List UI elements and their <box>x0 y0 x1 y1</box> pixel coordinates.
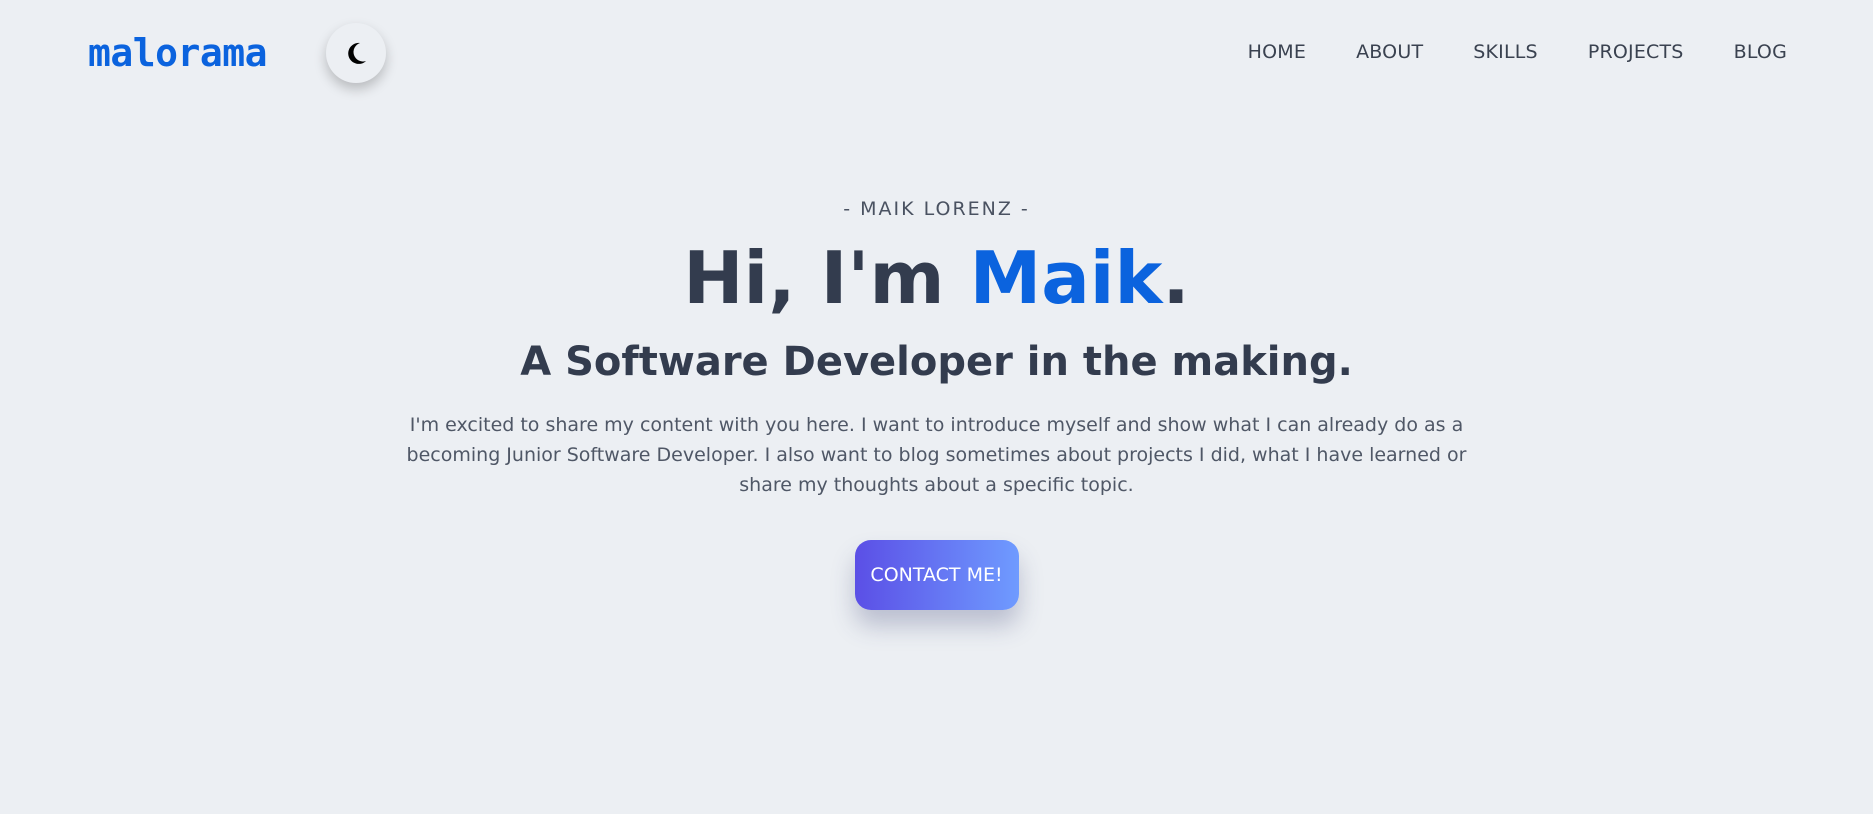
nav-skills[interactable]: SKILLS <box>1473 38 1538 66</box>
headline-name: Maik <box>969 236 1163 320</box>
theme-toggle-button[interactable] <box>326 23 386 83</box>
nav-blog[interactable]: BLOG <box>1734 38 1787 66</box>
nav-projects[interactable]: PROJECTS <box>1588 38 1684 66</box>
nav-about[interactable]: ABOUT <box>1356 38 1423 66</box>
hero-subheadline: A Software Developer in the making. <box>520 339 1353 385</box>
nav-home[interactable]: HOME <box>1248 38 1306 66</box>
headline-prefix: Hi, I'm <box>683 236 970 320</box>
site-header: malorama HOME ABOUT SKILLS PROJECTS BLOG <box>0 0 1873 110</box>
hero-intro: I'm excited to share my content with you… <box>406 414 1467 496</box>
main-nav: HOME ABOUT SKILLS PROJECTS BLOG <box>1198 38 1787 66</box>
headline-suffix: . <box>1162 236 1190 320</box>
hero-headline: Hi, I'm Maik. <box>0 230 1873 326</box>
hero-eyebrow: - MAIK LORENZ - <box>843 198 1030 220</box>
site-logo[interactable]: malorama <box>88 28 268 78</box>
contact-me-button[interactable]: CONTACT ME! <box>854 540 1019 610</box>
moon-icon <box>343 40 369 66</box>
hero-section: - MAIK LORENZ - Hi, I'm Maik. A Software… <box>0 190 1873 610</box>
